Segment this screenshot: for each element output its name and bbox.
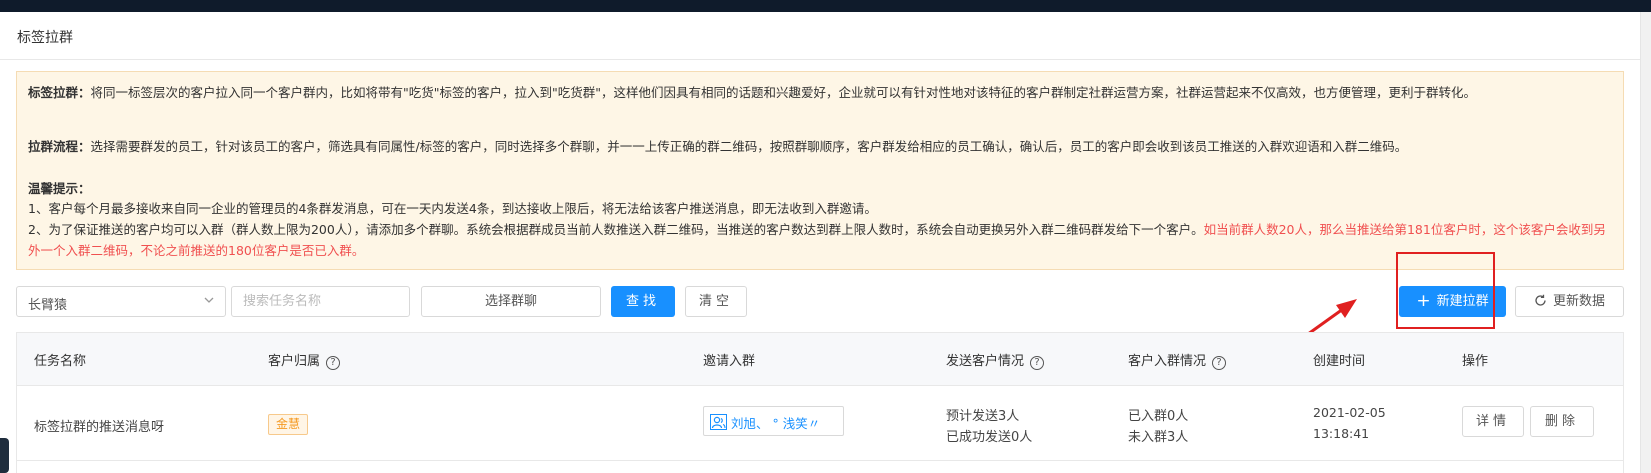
question-icon[interactable]: ? (326, 356, 341, 370)
group-chat-select[interactable]: 选择群聊 (421, 286, 601, 317)
notice-intro-text: 将同一标签层次的客户拉入同一个客户群内，比如将带有"吃货"标签的客户，拉入到"吃… (90, 85, 1477, 100)
scrollbar[interactable] (1640, 12, 1651, 473)
not-joined-count: 未入群3人 (1128, 430, 1189, 445)
search-task-input[interactable] (231, 286, 410, 317)
task-name-cell: 标签拉群的推送消息呀 (34, 420, 165, 435)
notice-panel: 标签拉群：将同一标签层次的客户拉入同一个客户群内，比如将带有"吃货"标签的客户，… (16, 71, 1624, 270)
notice-intro: 标签拉群：将同一标签层次的客户拉入同一个客户群内，比如将带有"吃货"标签的客户，… (28, 82, 1616, 103)
annotation-highlight-box (1396, 252, 1495, 329)
find-button[interactable]: 查找 (611, 286, 675, 317)
chevron-down-icon (204, 297, 214, 303)
header-send-status: 发送客户情况? (946, 350, 1045, 370)
created-time: 13:18:41 (1313, 426, 1370, 441)
notice-flow: 拉群流程：选择需要群发的员工，针对该员工的客户，筛选具有同属性/标签的客户，同时… (28, 136, 1616, 157)
notice-tips-label: 温馨提示： (28, 178, 1616, 199)
question-icon[interactable]: ? (1212, 356, 1227, 370)
page-header: 标签拉群 (0, 12, 1640, 60)
notice-intro-label: 标签拉群： (28, 85, 91, 100)
invite-group-text: 刘旭、 ° 浅笑〃 (731, 416, 821, 431)
header-actions: 操作 (1462, 354, 1489, 369)
header-task-name: 任务名称 (34, 354, 87, 369)
refresh-icon (1535, 294, 1546, 306)
created-date: 2021-02-05 (1313, 405, 1386, 420)
header-join-status-label: 客户入群情况 (1128, 354, 1207, 369)
notice-flow-text: 选择需要群发的员工，针对该员工的客户，筛选具有同属性/标签的客户，同时选择多个群… (90, 139, 1408, 154)
invite-group-box[interactable]: 刘旭、 ° 浅笑〃 (703, 406, 844, 436)
joined-count: 已入群0人 (1128, 409, 1189, 424)
tip-2-text: 2、为了保证推送的客户均可以入群（群人数上限为200人），请添加多个群聊。系统会… (28, 222, 1204, 237)
notice-tip-1: 1、客户每个月最多接收来自同一企业的管理员的4条群发消息，可在一天内发送4条，到… (28, 201, 877, 216)
header-join-status: 客户入群情况? (1128, 350, 1227, 370)
header-owner-label: 客户归属 (268, 354, 321, 369)
header-invite: 邀请入群 (703, 354, 756, 369)
employee-select[interactable]: 长臂猿 (16, 286, 226, 317)
detail-button[interactable]: 详情 (1462, 406, 1524, 437)
owner-tag: 金慧 (268, 414, 309, 435)
notice-flow-label: 拉群流程： (28, 139, 91, 154)
notice-tip-2: 2、为了保证推送的客户均可以入群（群人数上限为200人），请添加多个群聊。系统会… (28, 219, 1616, 261)
employee-select-value: 长臂猿 (28, 298, 68, 313)
table-row: 标签拉群的推送消息呀 金慧 刘旭、 ° 浅笑〃 预计发送3人 已成功发送0人 已… (17, 386, 1623, 461)
header-created: 创建时间 (1313, 354, 1366, 369)
send-plan: 预计发送3人 (946, 409, 1020, 424)
users-icon (710, 414, 727, 430)
send-done: 已成功发送0人 (946, 430, 1033, 445)
delete-button[interactable]: 删除 (1530, 406, 1594, 437)
header-send-status-label: 发送客户情况 (946, 354, 1025, 369)
refresh-data-button[interactable]: 更新数据 (1515, 286, 1624, 317)
tips-heading: 温馨提示： (28, 181, 91, 196)
task-table: 任务名称 客户归属? 邀请入群 发送客户情况? 客户入群情况? 创建时间 操作 … (16, 332, 1624, 473)
collapse-sidebar-handle[interactable] (0, 438, 9, 473)
clear-button[interactable]: 清空 (685, 286, 747, 317)
header-owner: 客户归属? (268, 350, 341, 370)
table-header: 任务名称 客户归属? 邀请入群 发送客户情况? 客户入群情况? 创建时间 操作 (17, 333, 1623, 386)
page-title: 标签拉群 (17, 30, 73, 46)
refresh-data-label: 更新数据 (1552, 294, 1605, 309)
question-icon[interactable]: ? (1030, 356, 1045, 370)
top-bar (0, 0, 1651, 12)
